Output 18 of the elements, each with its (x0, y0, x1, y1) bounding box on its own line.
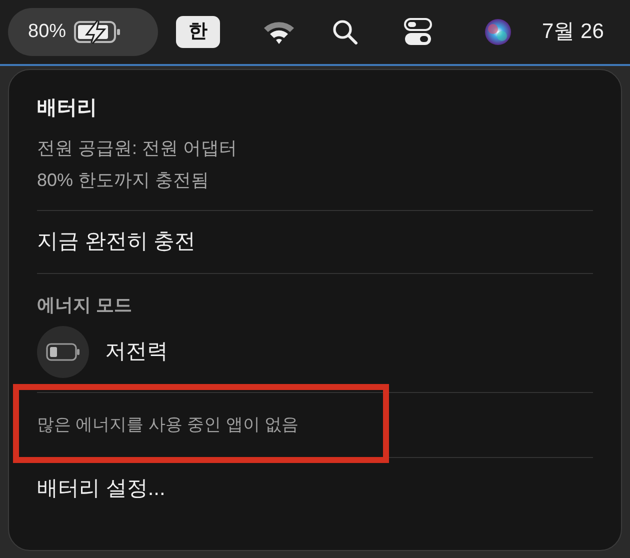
low-power-label: 저전력 (105, 339, 168, 365)
control-center-icon[interactable] (404, 18, 432, 46)
menu-title: 배터리 (37, 96, 98, 121)
info-text: 전원 공급원: 전원 어댑터 (37, 137, 238, 160)
battery-settings-item[interactable]: 배터리 설정... (37, 474, 593, 504)
battery-status-button[interactable]: 80% (8, 8, 158, 56)
low-power-toggle[interactable] (37, 326, 89, 378)
clock-text[interactable]: 7월 26 (542, 16, 604, 48)
siri-icon[interactable] (484, 18, 512, 46)
charge-now-item[interactable]: 지금 완전히 충전 (37, 227, 593, 257)
no-apps-text: 많은 에너지를 사용 중인 앱이 없음 (37, 414, 299, 436)
input-source-button[interactable]: 한 (176, 16, 220, 48)
wifi-icon[interactable] (262, 19, 296, 45)
charging-battery-icon (74, 20, 122, 44)
search-icon[interactable] (332, 19, 358, 45)
energy-mode-heading: 에너지 모드 (37, 294, 134, 317)
info-text: 80% 한도까지 충전됨 (37, 169, 210, 192)
low-battery-icon (46, 343, 80, 361)
